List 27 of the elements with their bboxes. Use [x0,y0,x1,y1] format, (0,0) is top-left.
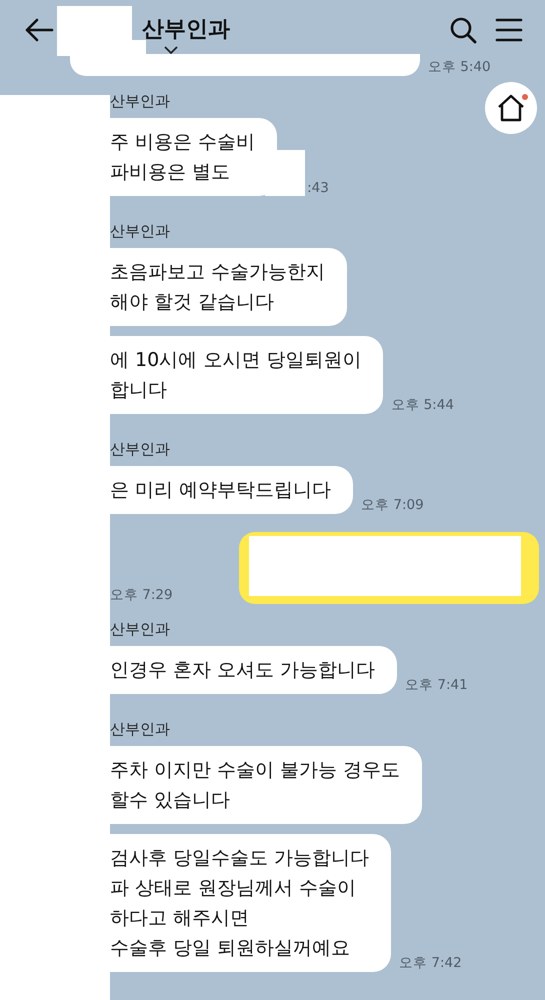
home-button[interactable] [485,82,537,134]
search-icon[interactable] [449,16,477,44]
message-bubble: 검사후 당일수술도 가능합니다 파 상태로 원장님께서 수술이 하다고 해주시면 수술후 당일 퇴원하실꺼예요 [110,834,392,972]
timestamp: 오후 5:40 [428,58,491,76]
timestamp: 오후 7:41 [405,676,468,694]
message-bubble: 은 미리 예약부탁드립니다 [110,466,354,514]
sender-name: 산부인과 [110,720,170,740]
message-bubble: 주 비용은 수술비 파비용은 별도 [110,118,278,196]
back-icon[interactable] [24,18,54,42]
message-bubble: 인경우 혼자 오셔도 가능합니다 [110,646,398,694]
sender-name: 산부인과 [110,222,170,242]
home-icon[interactable] [496,94,526,122]
sender-name: 산부인과 [110,620,170,640]
chat-title: 산부인과 [141,16,230,44]
message-bubble: 에 10시에 오시면 당일퇴원이 합니다 [110,336,384,414]
chevron-down-icon[interactable] [164,46,178,54]
sender-name: 산부인과 [110,440,170,460]
notification-dot [522,94,528,100]
message-bubble: 주차 이지만 수술이 불가능 경우도 할수 있습니다 [110,746,422,824]
menu-icon[interactable] [495,18,523,42]
timestamp: 오후 5:44 [391,396,454,414]
timestamp: 오후 7:29 [110,586,173,604]
sender-name: 산부인과 [110,92,170,112]
timestamp: :43 [307,180,329,196]
timestamp: 오후 7:42 [399,954,462,972]
timestamp: 오후 7:09 [361,496,424,514]
message-bubble: 초음파보고 수술가능한지 해야 할것 같습니다 [110,248,348,326]
